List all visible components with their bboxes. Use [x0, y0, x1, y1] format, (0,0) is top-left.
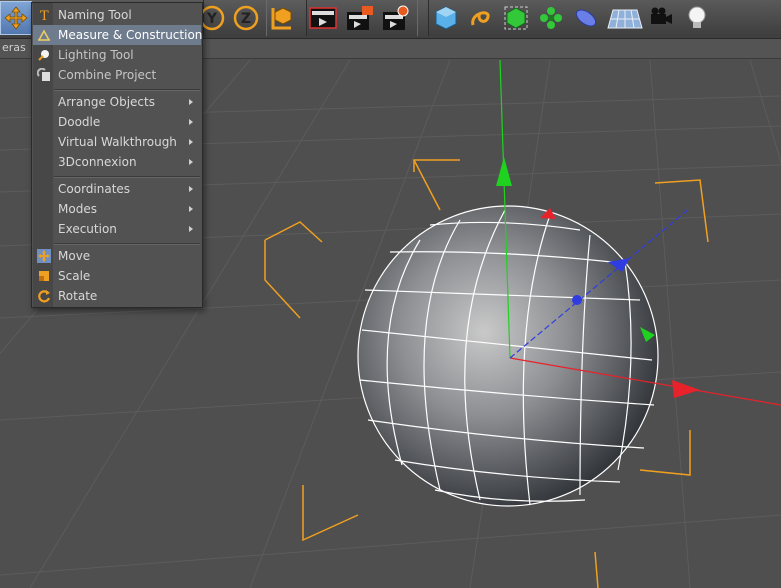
menu-item-3dconnexion[interactable]: 3Dconnexion	[33, 152, 201, 172]
render-view-button[interactable]	[307, 1, 339, 35]
menu-item-label: Modes	[58, 202, 97, 216]
deformer-button[interactable]	[570, 1, 602, 35]
z-axis-icon: Z	[233, 5, 259, 31]
menu-item-virtual-walkthrough[interactable]: Virtual Walkthrough	[33, 132, 201, 152]
menu-item-coordinates[interactable]: Coordinates	[33, 179, 201, 199]
menu-item-naming-tool[interactable]: T Naming Tool	[33, 5, 201, 25]
render-view-icon	[309, 7, 337, 29]
array-icon	[540, 7, 562, 29]
tools-dropdown-menu: T Naming Tool Measure & Construction Lig…	[31, 2, 203, 308]
submenu-arrow-icon	[189, 206, 193, 212]
menu-item-measure-construction[interactable]: Measure & Construction	[33, 25, 203, 45]
submenu-arrow-icon	[189, 119, 193, 125]
menu-item-execution[interactable]: Execution	[33, 219, 201, 239]
submenu-arrow-icon	[189, 226, 193, 232]
render-picture-viewer-icon	[347, 6, 373, 30]
menu-item-label: Rotate	[58, 289, 98, 303]
move-icon	[37, 249, 51, 263]
scale-icon	[39, 271, 49, 281]
edit-render-settings-button[interactable]	[380, 1, 412, 35]
array-button[interactable]	[535, 1, 567, 35]
svg-text:Z: Z	[241, 11, 251, 27]
menu-item-label: Naming Tool	[58, 8, 132, 22]
menu-item-label: Arrange Objects	[58, 95, 155, 109]
submenu-arrow-icon	[189, 186, 193, 192]
menu-item-arrange-objects[interactable]: Arrange Objects	[33, 92, 201, 112]
sphere-object[interactable]	[357, 205, 659, 507]
menu-item-label: Move	[58, 249, 91, 263]
menu-item-label: Combine Project	[58, 68, 157, 82]
menu-item-lighting-tool[interactable]: Lighting Tool	[33, 45, 201, 65]
lighting-tool-icon	[38, 50, 49, 61]
viewport-menu-cameras[interactable]: eras	[2, 41, 26, 54]
floor-icon	[607, 9, 643, 29]
nurbs-button[interactable]	[500, 1, 532, 35]
combine-project-icon	[37, 68, 50, 81]
menu-item-move[interactable]: Move	[33, 246, 201, 266]
naming-tool-icon: T	[40, 9, 49, 22]
deformer-icon	[575, 9, 597, 27]
render-picture-viewer-button[interactable]	[344, 1, 376, 35]
edit-render-settings-icon	[383, 5, 409, 30]
coordinate-system-button[interactable]	[265, 1, 297, 35]
menu-item-modes[interactable]: Modes	[33, 199, 201, 219]
menu-item-label: Lighting Tool	[58, 48, 134, 62]
menu-item-combine-project[interactable]: Combine Project	[33, 65, 201, 85]
measure-icon	[38, 29, 50, 41]
menu-item-label: Coordinates	[58, 182, 131, 196]
move-tool-icon	[4, 6, 28, 30]
submenu-arrow-icon	[189, 139, 193, 145]
menu-separator	[54, 176, 200, 178]
cube-button[interactable]	[430, 1, 462, 35]
menu-separator	[54, 243, 200, 245]
camera-button[interactable]	[645, 1, 677, 35]
menu-item-rotate[interactable]: Rotate	[33, 286, 201, 306]
menu-item-label: 3Dconnexion	[58, 155, 137, 169]
svg-text:T: T	[40, 9, 49, 22]
submenu-arrow-icon	[189, 99, 193, 105]
menu-item-scale[interactable]: Scale	[33, 266, 201, 286]
spline-icon	[471, 11, 490, 26]
menu-separator	[54, 89, 200, 91]
nurbs-icon	[504, 6, 528, 30]
menu-item-doodle[interactable]: Doodle	[33, 112, 201, 132]
light-button[interactable]	[681, 1, 713, 35]
light-icon	[688, 6, 706, 28]
menu-item-label: Doodle	[58, 115, 101, 129]
rotate-icon	[38, 290, 51, 303]
move-tool-button[interactable]	[0, 1, 32, 35]
z-axis-button[interactable]: Z	[230, 1, 262, 35]
spline-button[interactable]	[465, 1, 497, 35]
menu-item-label: Scale	[58, 269, 91, 283]
menu-item-label: Virtual Walkthrough	[58, 135, 177, 149]
cube-icon	[435, 6, 457, 30]
camera-icon	[651, 7, 672, 24]
coordinate-system-icon	[271, 7, 292, 30]
menu-item-label: Measure & Construction	[58, 28, 203, 42]
submenu-arrow-icon	[189, 159, 193, 165]
svg-text:Y: Y	[206, 11, 218, 27]
menu-item-label: Execution	[58, 222, 117, 236]
floor-button[interactable]	[605, 1, 645, 35]
